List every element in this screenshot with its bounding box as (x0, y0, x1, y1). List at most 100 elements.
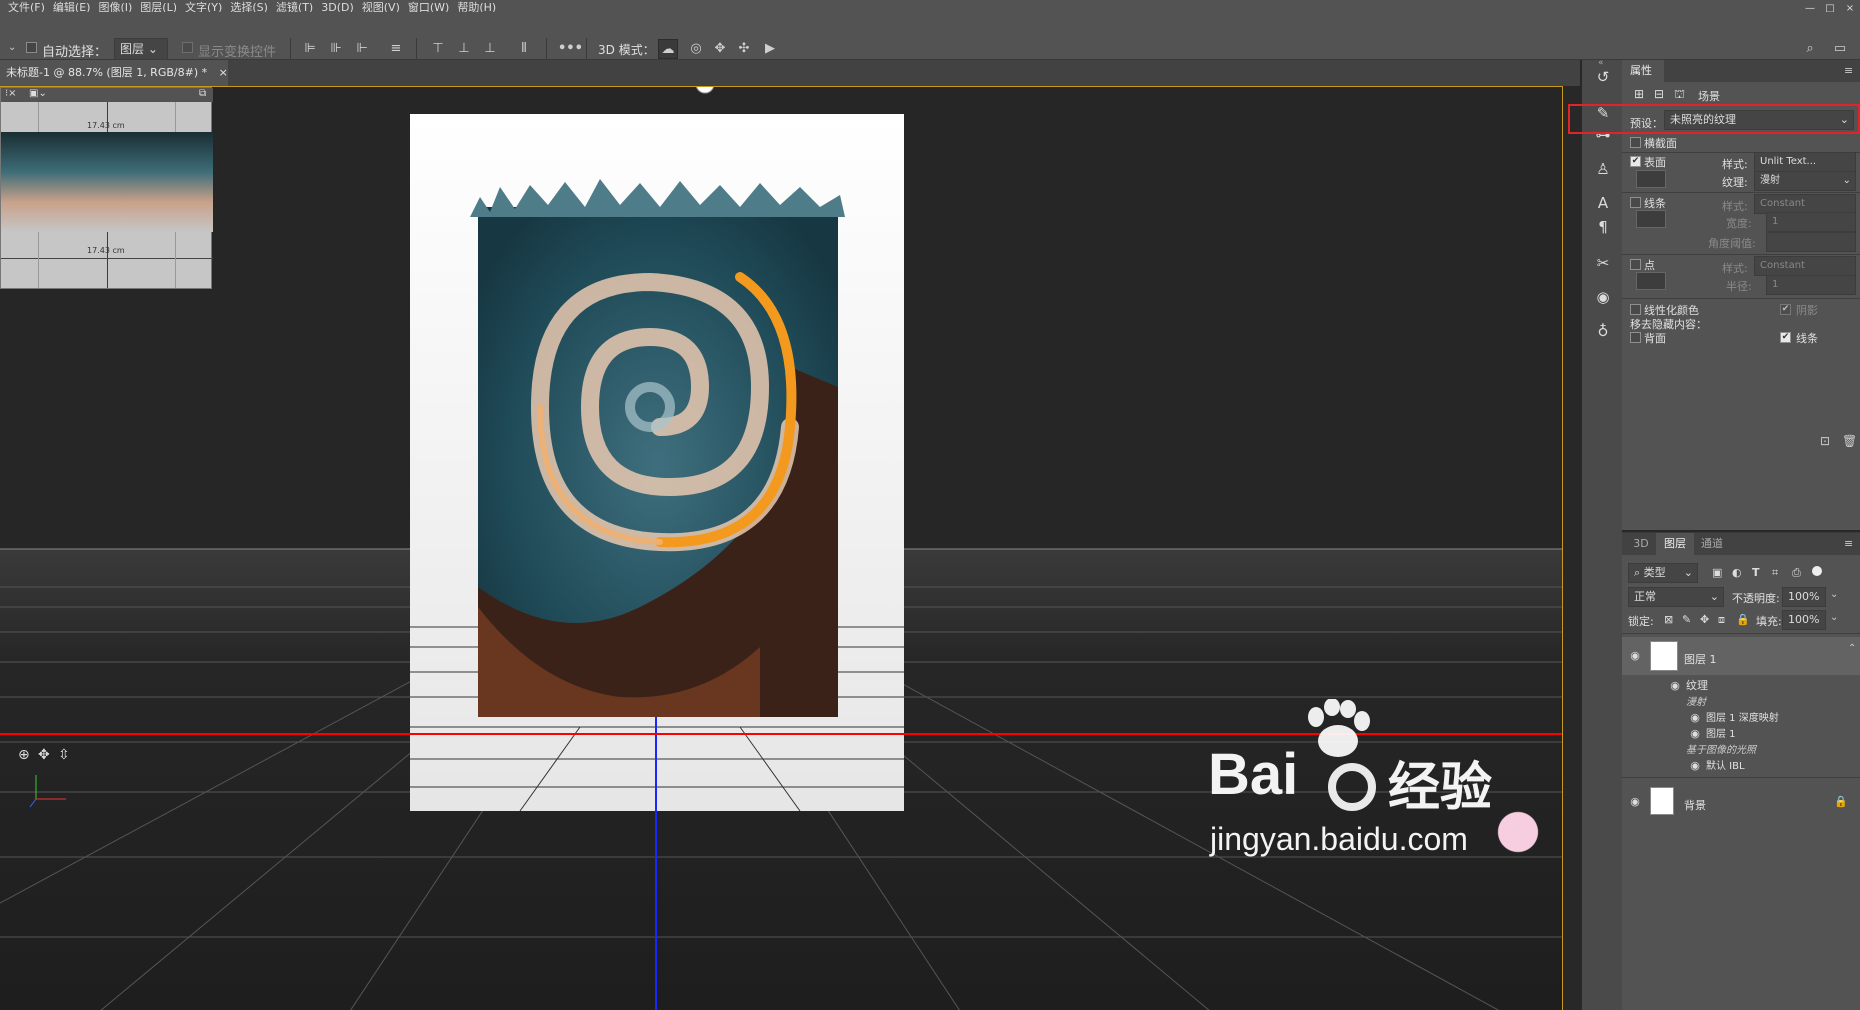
auto-select-dropdown[interactable]: 图层 ⌄ (114, 38, 168, 60)
align-left-icon[interactable]: ⊫ (300, 39, 320, 59)
collapse-panels-icon[interactable]: « (1598, 58, 1604, 68)
pan-camera-icon[interactable]: ✥ (38, 747, 50, 763)
filter-adjustment-icon[interactable]: ◐ (1732, 566, 1742, 579)
menu-item[interactable]: 文字(Y) (185, 2, 222, 12)
cross-section-checkbox[interactable] (1630, 137, 1641, 148)
tool-preset-dropdown[interactable]: ⌄ (8, 42, 16, 53)
fill-input[interactable]: 100% (1782, 610, 1826, 630)
menu-item[interactable]: 滤镜(T) (276, 2, 313, 12)
menu-item[interactable]: 窗口(W) (408, 2, 449, 12)
slide-3d-icon[interactable]: ✣ (734, 39, 754, 59)
points-style-dropdown[interactable]: Constant (1754, 256, 1856, 276)
tool-presets-icon[interactable]: ✂ (1594, 254, 1612, 272)
width-input[interactable]: 1 (1766, 212, 1856, 232)
points-checkbox[interactable] (1630, 259, 1641, 270)
filter-type-icon[interactable]: T (1752, 566, 1760, 579)
menu-item[interactable]: 图层(L) (140, 2, 177, 12)
cap-icon[interactable]: ⛫ (1674, 87, 1685, 103)
filter-smart-object-icon[interactable]: ⎙ (1792, 566, 1801, 580)
deform-icon[interactable]: ⊟ (1654, 87, 1664, 101)
secondary-view[interactable]: ⁝× ▣⌄ ⧉ 17.43 cm 17.43 cm (0, 87, 213, 289)
auto-select-checkbox[interactable] (26, 42, 37, 53)
canvas-area[interactable]: ⁝× ▣⌄ ⧉ 17.43 cm 17.43 cm ⊕ ✥ ⇳ Bai 经验 j… (0, 86, 1563, 1010)
scroll-up-icon[interactable]: ⌃ (1848, 643, 1856, 654)
dolly-camera-icon[interactable]: ⇳ (58, 747, 70, 763)
opacity-dropdown-icon[interactable]: ⌄ (1830, 589, 1838, 600)
zoom-camera-icon[interactable]: ▶ (760, 39, 780, 59)
clone-source-icon[interactable]: ♙ (1594, 160, 1612, 178)
lines-hidden-checkbox[interactable]: ✔ (1780, 332, 1791, 343)
paragraph-icon[interactable]: ¶ (1594, 218, 1612, 236)
layer-effect-name[interactable]: 图层 1 (1706, 725, 1736, 740)
visibility-eye-icon[interactable]: ◉ (1628, 796, 1642, 807)
panel-menu-icon[interactable]: ≡ (1844, 64, 1853, 77)
secondary-view-close-icon[interactable]: ⁝× (5, 88, 17, 99)
align-vcenter-icon[interactable]: ⊥ (454, 39, 474, 59)
orbit-3d-icon[interactable]: ☁ (658, 39, 678, 59)
lock-all-icon[interactable]: 🔒 (1736, 613, 1750, 626)
lines-style-dropdown[interactable]: Constant (1754, 194, 1856, 214)
linearize-colors-checkbox[interactable] (1630, 304, 1641, 315)
angle-threshold-input[interactable] (1766, 232, 1856, 252)
align-top-icon[interactable]: ⊤ (428, 39, 448, 59)
tab-3d[interactable]: 3D (1626, 533, 1656, 555)
radius-input[interactable]: 1 (1766, 275, 1856, 295)
swap-view-icon[interactable]: ⧉ (199, 88, 206, 99)
filter-shape-icon[interactable]: ⌗ (1772, 566, 1778, 580)
menu-item[interactable]: 视图(V) (362, 2, 400, 12)
workspace-icon[interactable]: ▭ (1830, 39, 1850, 59)
menu-item[interactable]: 编辑(E) (53, 2, 91, 12)
opacity-input[interactable]: 100% (1782, 587, 1826, 607)
visibility-eye-icon[interactable]: ◉ (1688, 760, 1702, 771)
menu-item[interactable]: 帮助(H) (457, 2, 496, 12)
points-color-swatch[interactable] (1636, 272, 1666, 290)
layer-effect-name[interactable]: 纹理 (1686, 677, 1708, 693)
surface-color-swatch[interactable] (1636, 170, 1666, 188)
filter-pixel-icon[interactable]: ▣ (1712, 566, 1722, 579)
menu-item[interactable]: 文件(F) (8, 2, 45, 12)
align-bottom-icon[interactable]: ⊥ (480, 39, 500, 59)
view-select-icon[interactable]: ▣⌄ (29, 88, 47, 99)
orbit-camera-icon[interactable]: ⊕ (18, 747, 30, 763)
scene-label[interactable]: 场景 (1698, 88, 1720, 104)
layer-effect-name[interactable]: 基于图像的光照 (1686, 741, 1756, 756)
surface-style-dropdown[interactable]: Unlit Text... (1754, 152, 1856, 172)
show-transform-checkbox[interactable] (182, 42, 193, 53)
backface-checkbox[interactable] (1630, 332, 1641, 343)
lock-artboard-icon[interactable]: ⧈ (1718, 613, 1725, 627)
distribute-v-icon[interactable]: ⦀ (514, 39, 534, 59)
mesh-icon[interactable]: ⊞ (1634, 87, 1644, 101)
menu-item[interactable]: 3D(D) (321, 2, 354, 12)
search-icon[interactable]: ⌕ (1800, 39, 1820, 59)
libraries-icon[interactable]: ◉ (1594, 288, 1612, 306)
texture-dropdown[interactable]: 漫射 ⌄ (1754, 171, 1856, 191)
delete-icon[interactable]: 🗑 (1842, 434, 1857, 448)
tab-channels[interactable]: 通道 (1694, 533, 1730, 555)
lock-image-icon[interactable]: ✎ (1682, 613, 1691, 626)
menu-item[interactable]: 图像(I) (98, 2, 132, 12)
layer-name[interactable]: 图层 1 (1684, 651, 1717, 667)
layer-name[interactable]: 背景 (1684, 797, 1706, 813)
align-hcenter-icon[interactable]: ⊪ (326, 39, 346, 59)
visibility-eye-icon[interactable]: ◉ (1688, 712, 1702, 723)
layer-effect-name[interactable]: 默认 IBL (1706, 757, 1745, 772)
blend-mode-dropdown[interactable]: 正常 ⌄ (1628, 587, 1724, 607)
lightbulb-icon[interactable]: ♁ (1594, 322, 1612, 340)
close-tab-icon[interactable]: × (219, 66, 228, 79)
panel-menu-icon[interactable]: ≡ (1844, 537, 1853, 550)
align-right-icon[interactable]: ⊩ (352, 39, 372, 59)
character-icon[interactable]: A (1594, 194, 1612, 212)
fill-dropdown-icon[interactable]: ⌄ (1830, 612, 1838, 623)
lines-checkbox[interactable] (1630, 197, 1641, 208)
layer-effect-name[interactable]: 图层 1 深度映射 (1706, 709, 1779, 724)
new-material-icon[interactable]: ⊡ (1820, 434, 1830, 448)
layer-filter-dropdown[interactable]: ⌕ 类型 ⌄ (1628, 563, 1698, 583)
history-icon[interactable]: ↺ (1594, 68, 1612, 86)
layer-effect-name[interactable]: 漫射 (1686, 693, 1706, 708)
distribute-icon[interactable]: ≡ (386, 39, 406, 59)
lock-position-icon[interactable]: ✥ (1700, 613, 1709, 626)
light-icon[interactable] (695, 87, 715, 94)
visibility-eye-icon[interactable]: ◉ (1668, 680, 1682, 691)
shadow-checkbox[interactable]: ✔ (1780, 304, 1791, 315)
roll-3d-icon[interactable]: ◎ (686, 39, 706, 59)
